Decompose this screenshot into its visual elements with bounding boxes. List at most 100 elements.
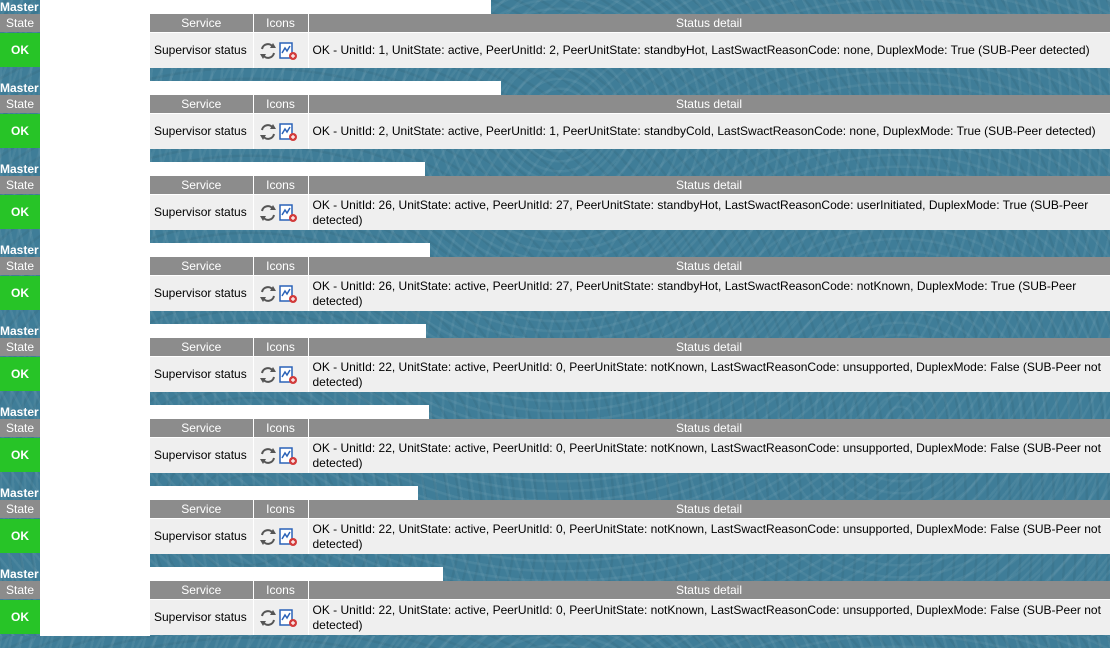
column-header-icons: Icons <box>253 257 309 276</box>
column-header-status-detail: Status detail <box>308 500 1110 519</box>
host-name-field[interactable] <box>150 243 430 257</box>
host-block: Master State OK Service Icons Status detail Su… <box>0 81 1110 162</box>
column-header-service: Service <box>150 500 254 519</box>
refresh-icon[interactable] <box>258 203 278 223</box>
host-name-field[interactable] <box>150 81 501 95</box>
state-header: State <box>0 338 40 356</box>
host-name-field[interactable] <box>150 324 426 338</box>
host-title: Master <box>0 324 39 338</box>
state-header: State <box>0 257 40 275</box>
table-header-row: Service Icons Status detail <box>150 338 1110 357</box>
service-table: Service Icons Status detail Supervisor stat… <box>150 14 1110 68</box>
status-detail: OK - UnitId: 22, UnitState: active, Peer… <box>308 437 1110 473</box>
service-name-link[interactable]: Supervisor status <box>150 437 254 473</box>
column-header-icons: Icons <box>253 338 309 357</box>
refresh-icon[interactable] <box>258 284 278 304</box>
icons-cell <box>253 32 309 68</box>
column-header-service: Service <box>150 176 254 195</box>
refresh-icon[interactable] <box>258 527 278 547</box>
column-header-service: Service <box>150 419 254 438</box>
status-badge: OK <box>0 33 40 67</box>
service-table: Service Icons Status detail Supervisor stat… <box>150 500 1110 554</box>
host-block: Master State OK Service Icons Status detail Su… <box>0 324 1110 405</box>
graph-edit-icon[interactable] <box>278 203 298 223</box>
refresh-icon[interactable] <box>258 365 278 385</box>
table-header-row: Service Icons Status detail <box>150 95 1110 114</box>
refresh-icon[interactable] <box>258 41 278 61</box>
column-header-status-detail: Status detail <box>308 581 1110 600</box>
table-header-row: Service Icons Status detail <box>150 176 1110 195</box>
status-detail: OK - UnitId: 2, UnitState: active, PeerU… <box>308 113 1110 149</box>
host-title: Master <box>0 81 39 95</box>
icons-cell <box>253 599 309 635</box>
table-row: Supervisor status OK - UnitId: 22, UnitSt… <box>150 356 1110 392</box>
service-name-link[interactable]: Supervisor status <box>150 518 254 554</box>
column-header-icons: Icons <box>253 500 309 519</box>
state-column: State OK <box>0 95 40 149</box>
table-header-row: Service Icons Status detail <box>150 581 1110 600</box>
service-name-link[interactable]: Supervisor status <box>150 356 254 392</box>
status-badge: OK <box>0 519 40 553</box>
host-block: Master State OK Service Icons Status detail Su… <box>0 405 1110 486</box>
service-name-link[interactable]: Supervisor status <box>150 194 254 230</box>
graph-edit-icon[interactable] <box>278 284 298 304</box>
service-table: Service Icons Status detail Supervisor stat… <box>150 257 1110 311</box>
graph-edit-icon[interactable] <box>278 41 298 61</box>
host-title: Master <box>0 405 39 419</box>
service-name-link[interactable]: Supervisor status <box>150 113 254 149</box>
state-column: State OK <box>0 176 40 230</box>
status-badge: OK <box>0 600 40 634</box>
column-header-service: Service <box>150 95 254 114</box>
icons-cell <box>253 275 309 311</box>
graph-edit-icon[interactable] <box>278 446 298 466</box>
refresh-icon[interactable] <box>258 446 278 466</box>
service-name-link[interactable]: Supervisor status <box>150 32 254 68</box>
service-table: Service Icons Status detail Supervisor stat… <box>150 95 1110 149</box>
status-detail: OK - UnitId: 22, UnitState: active, Peer… <box>308 518 1110 554</box>
status-badge: OK <box>0 357 40 391</box>
status-detail: OK - UnitId: 1, UnitState: active, PeerU… <box>308 32 1110 68</box>
host-title: Master <box>0 243 39 257</box>
host-name-field[interactable] <box>150 486 418 500</box>
column-header-service: Service <box>150 14 254 33</box>
graph-edit-icon[interactable] <box>278 608 298 628</box>
status-detail: OK - UnitId: 26, UnitState: active, Peer… <box>308 275 1110 311</box>
service-table: Service Icons Status detail Supervisor stat… <box>150 338 1110 392</box>
host-block: Master State OK Service Icons Status detail Su… <box>0 486 1110 567</box>
table-row: Supervisor status OK - UnitId: 26, UnitSt… <box>150 194 1110 230</box>
host-title: Master <box>0 162 39 176</box>
icons-cell <box>253 356 309 392</box>
state-header: State <box>0 95 40 113</box>
graph-edit-icon[interactable] <box>278 527 298 547</box>
host-title: Master <box>0 567 39 581</box>
column-header-status-detail: Status detail <box>308 338 1110 357</box>
icons-cell <box>253 194 309 230</box>
table-row: Supervisor status OK - UnitId: 22, UnitSt… <box>150 599 1110 635</box>
state-column: State OK <box>0 14 40 68</box>
service-name-link[interactable]: Supervisor status <box>150 275 254 311</box>
service-name-link[interactable]: Supervisor status <box>150 599 254 635</box>
column-header-icons: Icons <box>253 14 309 33</box>
status-badge: OK <box>0 195 40 229</box>
graph-edit-icon[interactable] <box>278 122 298 142</box>
column-header-service: Service <box>150 257 254 276</box>
host-name-field[interactable] <box>150 567 443 581</box>
table-header-row: Service Icons Status detail <box>150 419 1110 438</box>
status-detail: OK - UnitId: 26, UnitState: active, Peer… <box>308 194 1110 230</box>
icons-cell <box>253 437 309 473</box>
table-row: Supervisor status OK - UnitId: 26, UnitSt… <box>150 275 1110 311</box>
host-name-field[interactable] <box>150 162 425 176</box>
graph-edit-icon[interactable] <box>278 365 298 385</box>
state-column: State OK <box>0 581 40 635</box>
refresh-icon[interactable] <box>258 608 278 628</box>
state-header: State <box>0 14 40 32</box>
column-header-status-detail: Status detail <box>308 176 1110 195</box>
host-name-field[interactable] <box>150 405 429 419</box>
refresh-icon[interactable] <box>258 122 278 142</box>
host-title: Master <box>0 0 39 14</box>
host-block: Master State OK Service Icons Status detail Su… <box>0 0 1110 81</box>
table-header-row: Service Icons Status detail <box>150 500 1110 519</box>
status-badge: OK <box>0 438 40 472</box>
column-header-service: Service <box>150 581 254 600</box>
host-name-field[interactable] <box>150 0 491 14</box>
